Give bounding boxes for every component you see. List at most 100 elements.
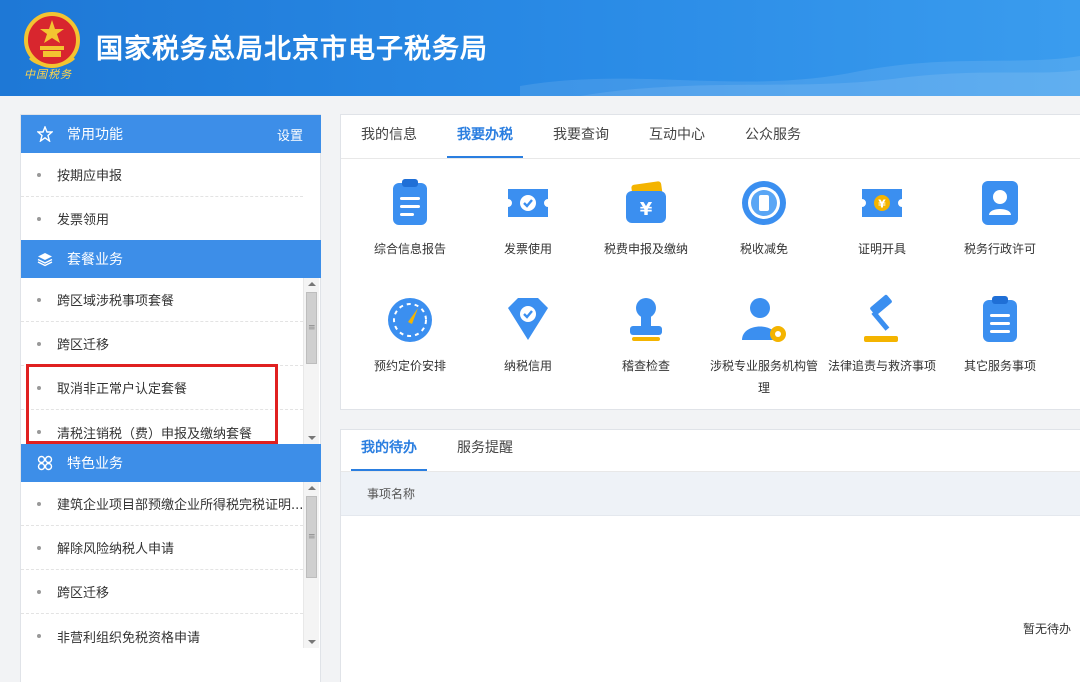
service-label: 法律追责与救济事项 — [827, 359, 936, 373]
service-item[interactable]: 税务行政许可 — [941, 177, 1059, 260]
list-item[interactable]: 建筑企业项目部预缴企业所得税完税证明... — [21, 482, 303, 526]
scrollbar-thumb[interactable] — [306, 496, 317, 578]
common-functions-title: 常用功能 — [67, 127, 123, 143]
service-item[interactable]: ¥ 税费申报及缴纳 — [587, 177, 705, 260]
user-gear-icon — [738, 294, 790, 346]
special-services-list: 建筑企业项目部预缴企业所得税完税证明... 解除风险纳税人申请 跨区迁移 非营利… — [21, 482, 321, 658]
special-scrollbar[interactable] — [303, 482, 319, 648]
service-label: 稽查检查 — [621, 359, 670, 373]
item-label: 跨区迁移 — [57, 586, 110, 601]
bullet — [37, 216, 41, 221]
service-label: 其它服务事项 — [963, 359, 1036, 373]
header-wave-decoration — [520, 56, 1080, 96]
list-doc-icon — [974, 294, 1026, 346]
layers-icon — [35, 249, 55, 269]
tab-my-info[interactable]: 我的信息 — [351, 124, 427, 158]
site-title: 国家税务总局北京市电子税务局 — [96, 34, 488, 65]
tab-public-service[interactable]: 公众服务 — [735, 124, 811, 158]
bullet — [37, 589, 41, 594]
tab-my-todo[interactable]: 我的待办 — [351, 437, 427, 471]
site-header: 中国税务 国家税务总局北京市电子税务局 — [0, 0, 1080, 96]
gauge-icon — [384, 294, 436, 346]
bullet — [37, 172, 41, 177]
scroll-up-icon[interactable] — [308, 486, 316, 490]
national-emblem-icon — [24, 12, 80, 68]
service-item[interactable]: 稽查检查 — [587, 294, 705, 377]
list-item[interactable]: 跨区迁移 — [21, 570, 303, 614]
stamp-icon — [620, 294, 672, 346]
service-item[interactable]: 发票使用 — [469, 177, 587, 260]
service-label: 税务行政许可 — [963, 242, 1036, 256]
service-label: 纳税信用 — [503, 359, 552, 373]
service-item[interactable]: 预约定价安排 — [351, 294, 469, 377]
list-item[interactable]: 解除风险纳税人申请 — [21, 526, 303, 570]
service-label: 预约定价安排 — [373, 359, 446, 373]
tax-coin-icon — [738, 177, 790, 229]
wallet-yen-icon: ¥ — [620, 177, 672, 229]
service-label: 综合信息报告 — [373, 242, 446, 256]
diamond-check-icon — [502, 294, 554, 346]
service-panel: 我的信息 我要办税 我要查询 互动中心 公众服务 综合信息报告 发票使用 ¥ 税… — [340, 114, 1080, 410]
service-item[interactable]: 其它服务事项 — [941, 294, 1059, 377]
highlight-box — [26, 364, 278, 444]
scroll-up-icon[interactable] — [308, 282, 316, 286]
bullet — [37, 297, 41, 302]
settings-link[interactable]: 设置 — [277, 125, 303, 144]
service-label: 发票使用 — [503, 242, 552, 256]
bullet — [37, 341, 41, 346]
scroll-down-icon[interactable] — [308, 640, 316, 644]
service-item[interactable]: 涉税专业服务机构管理 — [705, 294, 823, 399]
scroll-down-icon[interactable] — [308, 436, 316, 440]
common-functions-list: 按期应申报 发票领用 — [21, 153, 321, 241]
main-tabs: 我的信息 我要办税 我要查询 互动中心 公众服务 — [341, 115, 1080, 159]
service-item[interactable]: 法律追责与救济事项 — [823, 294, 941, 377]
service-item[interactable]: 税收减免 — [705, 177, 823, 260]
tab-service-reminder[interactable]: 服务提醒 — [447, 437, 523, 471]
package-services-title: 套餐业务 — [67, 252, 123, 268]
service-item[interactable]: 纳税信用 — [469, 294, 587, 377]
svg-text:¥: ¥ — [640, 199, 653, 220]
item-label: 非营利组织免税资格申请 — [57, 630, 201, 646]
item-label: 发票领用 — [57, 213, 110, 228]
item-label: 按期应申报 — [57, 169, 123, 184]
service-label: 税收减免 — [739, 242, 788, 256]
item-label: 跨区迁移 — [57, 338, 110, 353]
list-item[interactable]: 发票领用 — [21, 197, 303, 241]
scrollbar-thumb[interactable] — [306, 292, 317, 364]
service-item[interactable]: 综合信息报告 — [351, 177, 469, 260]
ticket-check-icon — [502, 177, 554, 229]
special-services-header[interactable]: 特色业务 — [21, 444, 321, 482]
todo-panel: 我的待办 服务提醒 事项名称 暂无待办 — [340, 429, 1080, 682]
item-label: 建筑企业项目部预缴企业所得税完税证明... — [57, 498, 303, 513]
list-item[interactable]: 按期应申报 — [21, 153, 303, 197]
emblem-caption: 中国税务 — [24, 68, 72, 81]
star-icon — [35, 124, 55, 144]
svg-text:¥: ¥ — [878, 198, 886, 211]
list-item[interactable]: 跨区迁移 — [21, 322, 303, 366]
common-functions-header[interactable]: 常用功能 设置 — [21, 115, 321, 153]
bullet — [37, 501, 41, 506]
todo-tabs: 我的待办 服务提醒 — [341, 430, 1080, 472]
tab-query[interactable]: 我要查询 — [543, 124, 619, 158]
list-item[interactable]: 跨区域涉税事项套餐 — [21, 278, 303, 322]
special-services-title: 特色业务 — [67, 456, 123, 472]
gavel-icon — [856, 294, 908, 346]
package-services-header[interactable]: 套餐业务 — [21, 240, 321, 278]
tab-interaction[interactable]: 互动中心 — [639, 124, 715, 158]
service-item[interactable]: ¥ 证明开具 — [823, 177, 941, 260]
tab-tax-handling[interactable]: 我要办税 — [447, 124, 523, 158]
ticket-yen-icon: ¥ — [856, 177, 908, 229]
clipboard-icon — [384, 177, 436, 229]
service-label: 证明开具 — [857, 242, 906, 256]
service-label: 税费申报及缴纳 — [603, 242, 688, 256]
item-label: 跨区域涉税事项套餐 — [57, 294, 175, 309]
item-label: 解除风险纳税人申请 — [57, 542, 175, 557]
grid-icon — [35, 453, 55, 473]
service-label: 涉税专业服务机构管理 — [709, 359, 818, 395]
bullet — [37, 634, 41, 638]
todo-column-header: 事项名称 — [341, 472, 1080, 516]
list-item[interactable]: 非营利组织免税资格申请 — [21, 614, 303, 658]
id-card-icon — [974, 177, 1026, 229]
package-scrollbar[interactable] — [303, 278, 319, 444]
empty-message: 暂无待办 — [1022, 622, 1071, 636]
